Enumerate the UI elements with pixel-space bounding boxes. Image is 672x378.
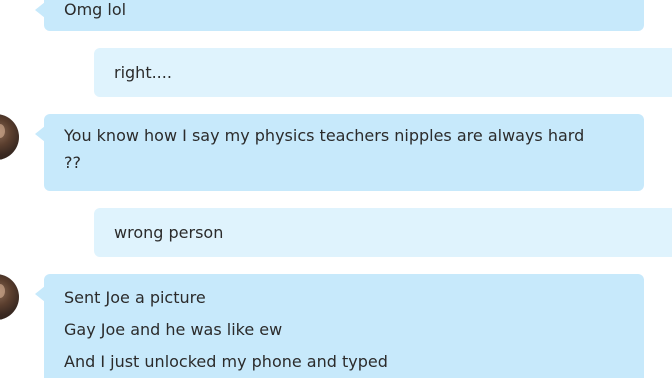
chat-conversation: Omg lol right.... You know how I say my …	[0, 0, 672, 378]
message-text: wrong person	[114, 223, 224, 242]
message-text: Omg lol	[64, 0, 127, 19]
avatar-highlight	[0, 124, 5, 138]
contact-avatar[interactable]	[0, 114, 19, 160]
message-text: right....	[114, 63, 172, 82]
avatar-highlight	[0, 284, 5, 298]
message-text: And I just unlocked my phone and typed	[64, 352, 388, 371]
message-text: Sent Joe a picture	[64, 288, 206, 307]
outgoing-message[interactable]: wrong person	[94, 208, 672, 257]
incoming-message[interactable]: Omg lol	[35, 0, 644, 31]
message-text: Gay Joe and he was like ew	[64, 320, 283, 339]
message-text: You know how I say my physics teachers n…	[64, 126, 585, 172]
outgoing-message[interactable]: right....	[94, 48, 672, 97]
contact-avatar[interactable]	[0, 274, 19, 320]
incoming-message[interactable]: You know how I say my physics teachers n…	[35, 114, 644, 191]
incoming-message[interactable]: Sent Joe a picture Gay Joe and he was li…	[35, 274, 644, 378]
